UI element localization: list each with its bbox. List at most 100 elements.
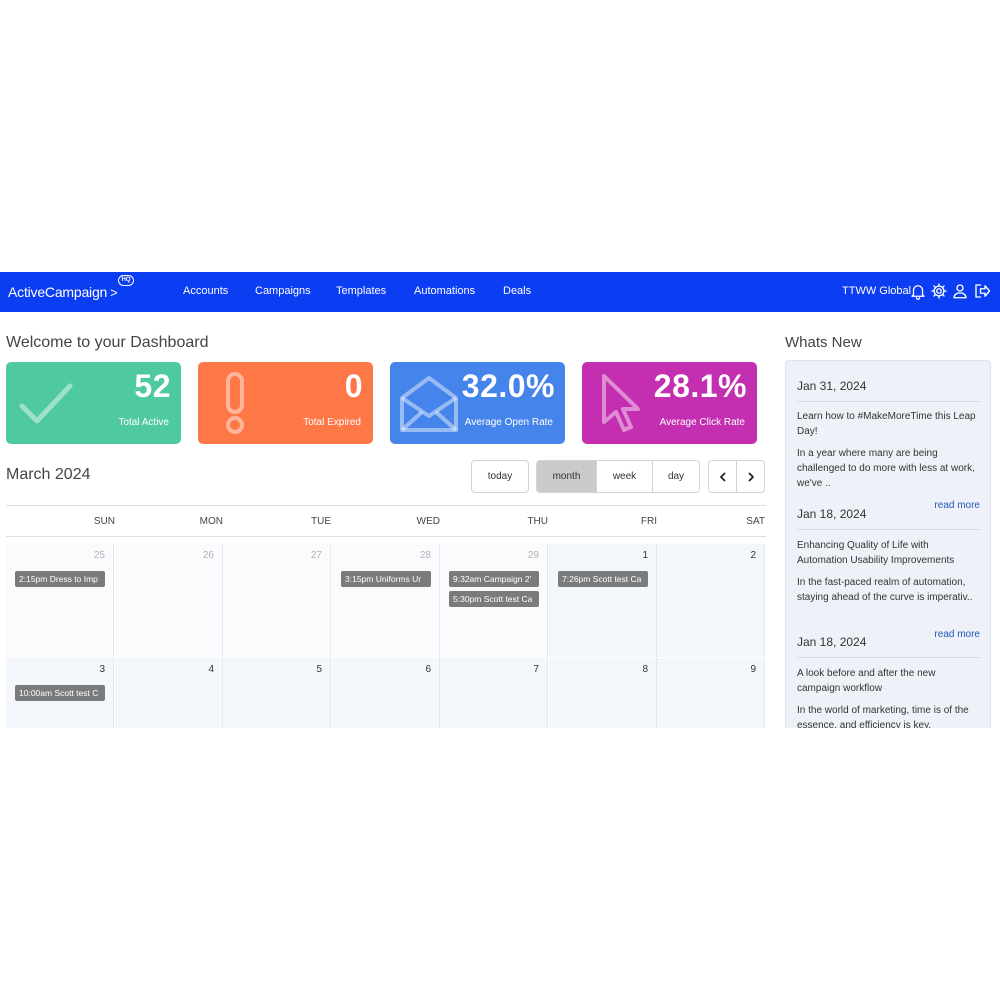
day-number[interactable]: 2 [750, 550, 756, 561]
whats-new-title: Whats New [785, 334, 862, 351]
stat-label: Total Active [118, 417, 169, 428]
stat-value: 32.0% [461, 368, 555, 404]
day-number[interactable]: 9 [750, 664, 756, 675]
top-navbar: ActiveCampaign > HQ Accounts Campaigns Te… [0, 272, 1000, 312]
calendar-event[interactable]: 3:15pm Uniforms Ur [341, 571, 431, 587]
weekday-fri: FRI [640, 516, 657, 527]
calendar-grid: 25 2:15pm Dress to Imp 26 27 28 3:15pm Unifor… [6, 544, 766, 728]
chevron-left-icon [719, 472, 725, 481]
cursor-pointer-icon [602, 374, 640, 432]
chevron-right-icon [748, 472, 754, 481]
prev-month-button[interactable] [708, 460, 737, 493]
calendar-day-cell[interactable]: 3 10:00am Scott test C [6, 658, 114, 728]
day-view-button[interactable]: day [652, 460, 700, 493]
calendar-title: March 2024 [6, 466, 91, 483]
calendar-day-cell[interactable]: 26 [115, 544, 223, 657]
nav-accounts[interactable]: Accounts [183, 285, 228, 297]
weekday-sun: SUN [93, 516, 115, 527]
news-excerpt: In the world of marketing, time is of th… [797, 705, 969, 728]
stat-card-total-active[interactable]: 52 Total Active [6, 362, 181, 444]
news-headline[interactable]: Learn how to #MakeMoreTime this Leap Day… [797, 409, 981, 439]
calendar-event[interactable]: 9:32am Campaign 2' [449, 571, 539, 587]
calendar-day-cell[interactable]: 6 [332, 658, 440, 728]
day-number[interactable]: 28 [420, 550, 431, 561]
calendar-day-cell[interactable]: 2 [657, 544, 765, 657]
stat-label: Average Click Rate [659, 417, 745, 428]
news-headline[interactable]: Enhancing Quality of Life with Automatio… [797, 538, 981, 568]
next-month-button[interactable] [736, 460, 765, 493]
day-number[interactable]: 1 [642, 550, 648, 561]
calendar-day-cell[interactable]: 8 [549, 658, 657, 728]
weekday-tue: TUE [311, 516, 331, 527]
whats-new-panel: Jan 31, 2024 Learn how to #MakeMoreTime … [785, 360, 991, 728]
day-number[interactable]: 26 [203, 550, 214, 561]
calendar-day-cell[interactable]: 25 2:15pm Dress to Imp [6, 544, 114, 657]
weekday-sat: SAT [746, 516, 765, 527]
exclamation-icon [226, 372, 244, 434]
calendar-weekday-header: SUN MON TUE WED THU FRI SAT [6, 505, 766, 537]
day-number[interactable]: 27 [311, 550, 322, 561]
month-view-button[interactable]: month [536, 460, 597, 493]
news-date: Jan 18, 2024 [797, 507, 867, 521]
read-more-link[interactable]: read more [934, 629, 980, 640]
day-number[interactable]: 25 [94, 550, 105, 561]
news-divider [797, 529, 981, 530]
org-name[interactable]: TTWW Global [842, 285, 911, 297]
nav-templates[interactable]: Templates [336, 285, 386, 297]
stat-label: Average Open Rate [464, 417, 553, 428]
brand-name: ActiveCampaign [8, 284, 108, 300]
checkmark-icon [19, 383, 73, 424]
brand-logo[interactable]: ActiveCampaign > [8, 284, 118, 300]
bell-icon[interactable] [909, 282, 927, 300]
calendar-day-cell[interactable]: 1 7:26pm Scott test Ca [549, 544, 657, 657]
news-excerpt: In the fast-paced realm of automation, s… [797, 577, 973, 603]
today-button[interactable]: today [471, 460, 529, 493]
day-number[interactable]: 3 [99, 664, 105, 675]
calendar-event[interactable]: 10:00am Scott test C [15, 685, 105, 701]
app-window: ActiveCampaign > HQ Accounts Campaigns Te… [0, 272, 1000, 728]
stat-card-click-rate[interactable]: 28.1% Average Click Rate [582, 362, 757, 444]
stat-value: 28.1% [653, 368, 747, 404]
calendar-day-cell[interactable]: 4 [115, 658, 223, 728]
gear-icon[interactable] [930, 282, 948, 300]
day-number[interactable]: 8 [642, 664, 648, 675]
day-number[interactable]: 5 [316, 664, 322, 675]
news-excerpt: In a year where many are being challenge… [797, 448, 975, 489]
news-divider [797, 401, 981, 402]
news-date: Jan 18, 2024 [797, 635, 867, 649]
nav-campaigns[interactable]: Campaigns [255, 285, 311, 297]
day-number[interactable]: 6 [425, 664, 431, 675]
week-view-button[interactable]: week [596, 460, 653, 493]
calendar-day-cell[interactable]: 5 [223, 658, 331, 728]
calendar-event[interactable]: 5:30pm Scott test Ca [449, 591, 539, 607]
stat-label: Total Expired [303, 417, 361, 428]
news-headline[interactable]: A look before and after the new campaign… [797, 666, 981, 696]
news-date: Jan 31, 2024 [797, 379, 867, 393]
nav-automations[interactable]: Automations [414, 285, 475, 297]
stat-value: 52 [134, 368, 171, 404]
stat-card-open-rate[interactable]: 32.0% Average Open Rate [390, 362, 565, 444]
calendar-day-cell[interactable]: 28 3:15pm Uniforms Ur [332, 544, 440, 657]
calendar-event[interactable]: 2:15pm Dress to Imp [15, 571, 105, 587]
stat-value: 0 [344, 368, 363, 404]
calendar-day-cell[interactable]: 9 [657, 658, 765, 728]
hq-badge: HQ [118, 275, 134, 286]
logout-icon[interactable] [973, 282, 991, 300]
weekday-mon: MON [199, 516, 223, 527]
calendar-day-cell[interactable]: 27 [223, 544, 331, 657]
envelope-open-icon [400, 376, 458, 432]
calendar-event[interactable]: 7:26pm Scott test Ca [558, 571, 648, 587]
weekday-thu: THU [527, 516, 548, 527]
calendar-day-cell[interactable]: 7 [440, 658, 548, 728]
day-number[interactable]: 7 [533, 664, 539, 675]
news-divider [797, 657, 981, 658]
user-icon[interactable] [951, 282, 969, 300]
brand-chevron: > [110, 285, 118, 300]
stat-card-total-expired[interactable]: 0 Total Expired [198, 362, 373, 444]
day-number[interactable]: 4 [208, 664, 214, 675]
day-number[interactable]: 29 [528, 550, 539, 561]
weekday-wed: WED [416, 516, 440, 527]
calendar-day-cell[interactable]: 29 9:32am Campaign 2' 5:30pm Scott test Ca [440, 544, 548, 657]
read-more-link[interactable]: read more [934, 500, 980, 511]
nav-deals[interactable]: Deals [503, 285, 531, 297]
